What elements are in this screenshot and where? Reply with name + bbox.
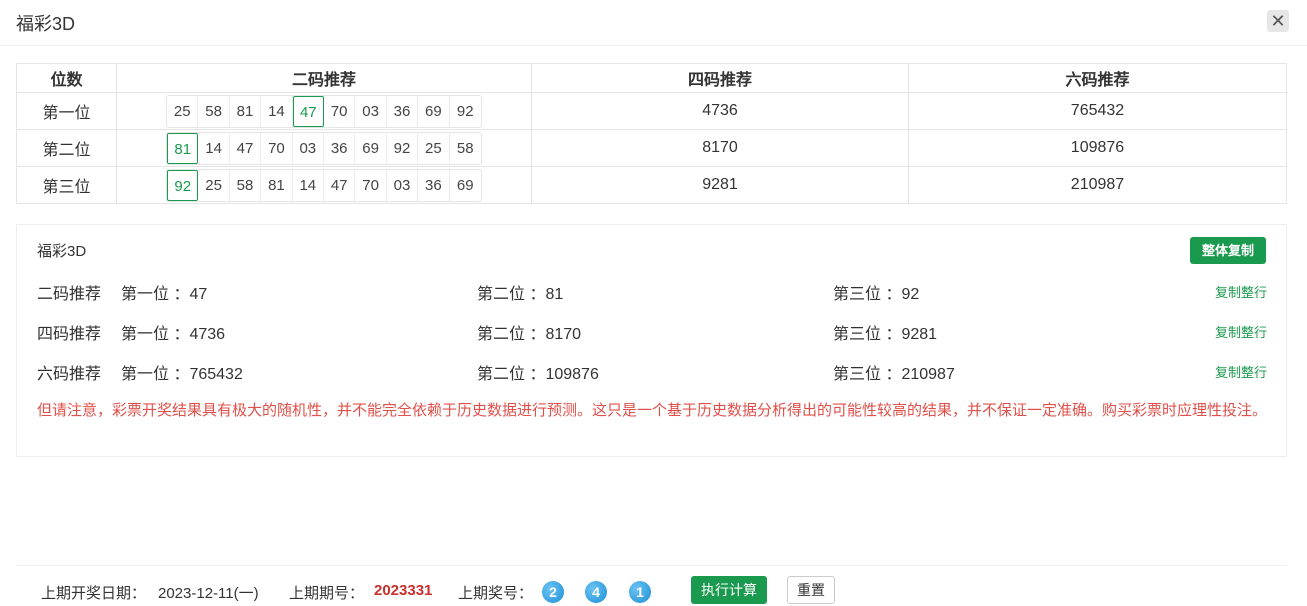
two-code-cell: 81 14 47 70 03 36 69 92 25 58	[116, 129, 532, 167]
number-item[interactable]: 25	[167, 95, 199, 127]
reset-button[interactable]: 重置	[787, 576, 835, 604]
number-item[interactable]: 70	[261, 132, 293, 164]
selected-number[interactable]: 92	[167, 169, 199, 201]
table-row: 第三位 92 25 58 81 14 47 70 03 36 69 9281 210987	[16, 166, 1287, 204]
number-item[interactable]: 36	[387, 95, 419, 127]
pos2-value: 第二位 ：81	[477, 286, 564, 303]
position-cell: 第一位	[16, 92, 117, 130]
copy-row-button[interactable]: 复制整行	[1215, 322, 1267, 341]
number-item[interactable]: 36	[324, 132, 356, 164]
pos2-value: 第二位 ：8170	[477, 326, 582, 343]
summary-row-four-code: 四码推荐 第一位 ：4736 第二位 ：8170 第三位 ：9281 复制整行	[37, 320, 1267, 343]
number-item[interactable]: 70	[324, 95, 356, 127]
position-cell: 第三位	[16, 166, 117, 204]
four-code-cell: 4736	[531, 92, 909, 130]
last-issue-label: 上期期号：	[289, 585, 365, 602]
number-item[interactable]: 69	[418, 95, 450, 127]
copy-row-button[interactable]: 复制整行	[1215, 362, 1267, 381]
summary-panel: 福彩3D 整体复制 二码推荐 第一位 ：47 第二位 ：81 第三位 ：92 复…	[16, 224, 1287, 457]
selected-number[interactable]: 47	[292, 95, 324, 127]
number-item[interactable]: 14	[261, 95, 293, 127]
selected-number[interactable]: 81	[167, 132, 199, 164]
header-two-code: 二码推荐	[116, 63, 532, 93]
dialog-title: 福彩3D	[16, 14, 76, 34]
number-item[interactable]: 03	[387, 169, 419, 201]
last-draw-date-value: 2023-12-11(一)	[158, 585, 259, 602]
six-code-cell: 210987	[908, 166, 1287, 204]
dialog-header: 福彩3D ✕	[0, 0, 1307, 46]
number-item[interactable]: 25	[418, 132, 450, 164]
pos1-value: 第一位 ：47	[121, 286, 208, 303]
copy-all-button[interactable]: 整体复制	[1190, 237, 1266, 264]
pos3-value: 第三位 ：9281	[833, 326, 938, 343]
execute-button[interactable]: 执行计算	[691, 576, 767, 604]
number-item[interactable]: 92	[450, 96, 481, 127]
pos1-value: 第一位 ：4736	[121, 326, 226, 343]
number-strip: 81 14 47 70 03 36 69 92 25 58	[166, 131, 482, 165]
number-item[interactable]: 58	[198, 95, 230, 127]
summary-title: 福彩3D	[37, 243, 87, 260]
two-code-cell: 25 58 81 14 47 70 03 36 69 92	[116, 92, 532, 130]
summary-row-two-code: 二码推荐 第一位 ：47 第二位 ：81 第三位 ：92 复制整行	[37, 280, 1267, 303]
pos2-value: 第二位 ：109876	[477, 366, 599, 383]
number-strip: 25 58 81 14 47 70 03 36 69 92	[166, 94, 482, 128]
header-position: 位数	[16, 63, 117, 93]
number-item[interactable]: 81	[261, 169, 293, 201]
last-numbers-label: 上期奖号：	[458, 585, 534, 602]
number-item[interactable]: 92	[387, 132, 419, 164]
number-item[interactable]: 25	[198, 169, 230, 201]
six-code-cell: 765432	[908, 92, 1287, 130]
number-item[interactable]: 47	[324, 169, 356, 201]
header-six-code: 六码推荐	[908, 63, 1287, 93]
last-issue-value: 2023331	[374, 582, 433, 599]
recommendation-table: 位数 二码推荐 四码推荐 六码推荐 第一位 25 58 81 14 47 70 03 36 69 9…	[16, 63, 1287, 204]
number-item[interactable]: 14	[293, 169, 324, 201]
summary-row-six-code: 六码推荐 第一位 ：765432 第二位 ：109876 第三位 ：210987…	[37, 360, 1267, 383]
number-item[interactable]: 14	[198, 132, 230, 164]
pos1-value: 第一位 ：765432	[121, 366, 243, 383]
number-item[interactable]: 36	[418, 169, 450, 201]
lottery-ball: 1	[629, 581, 651, 603]
number-item[interactable]: 69	[355, 132, 387, 164]
copy-row-button[interactable]: 复制整行	[1215, 282, 1267, 301]
disclaimer-text: 但请注意，彩票开奖结果具有极大的随机性，并不能完全依赖于历史数据进行预测。这只是…	[37, 402, 1268, 419]
number-item[interactable]: 47	[230, 132, 262, 164]
position-cell: 第二位	[16, 129, 117, 167]
pos3-value: 第三位 ：210987	[833, 366, 955, 383]
number-item[interactable]: 03	[293, 132, 324, 164]
number-item[interactable]: 69	[450, 170, 481, 201]
number-item[interactable]: 70	[355, 169, 387, 201]
two-code-cell: 92 25 58 81 14 47 70 03 36 69	[116, 166, 532, 204]
number-item[interactable]: 58	[230, 169, 262, 201]
pos3-value: 第三位 ：92	[833, 286, 920, 303]
four-code-cell: 8170	[531, 129, 909, 167]
six-code-cell: 109876	[908, 129, 1287, 167]
table-row: 第二位 81 14 47 70 03 36 69 92 25 58 8170 109876	[16, 129, 1287, 167]
number-item[interactable]: 58	[450, 133, 481, 164]
lottery-ball: 4	[585, 581, 607, 603]
row-label: 二码推荐	[37, 286, 102, 303]
row-label: 四码推荐	[37, 326, 102, 343]
row-label: 六码推荐	[37, 366, 102, 383]
footer-bar: 上期开奖日期： 2023-12-11(一) 上期期号： 2023331 上期奖号…	[16, 565, 1287, 606]
lottery-ball: 2	[542, 581, 564, 603]
four-code-cell: 9281	[531, 166, 909, 204]
close-icon[interactable]: ✕	[1267, 10, 1289, 32]
last-draw-date-label: 上期开奖日期：	[41, 585, 147, 602]
number-strip: 92 25 58 81 14 47 70 03 36 69	[166, 168, 482, 202]
table-row: 第一位 25 58 81 14 47 70 03 36 69 92 4736 765432	[16, 92, 1287, 130]
header-four-code: 四码推荐	[531, 63, 909, 93]
number-item[interactable]: 81	[230, 95, 262, 127]
number-item[interactable]: 03	[355, 95, 387, 127]
